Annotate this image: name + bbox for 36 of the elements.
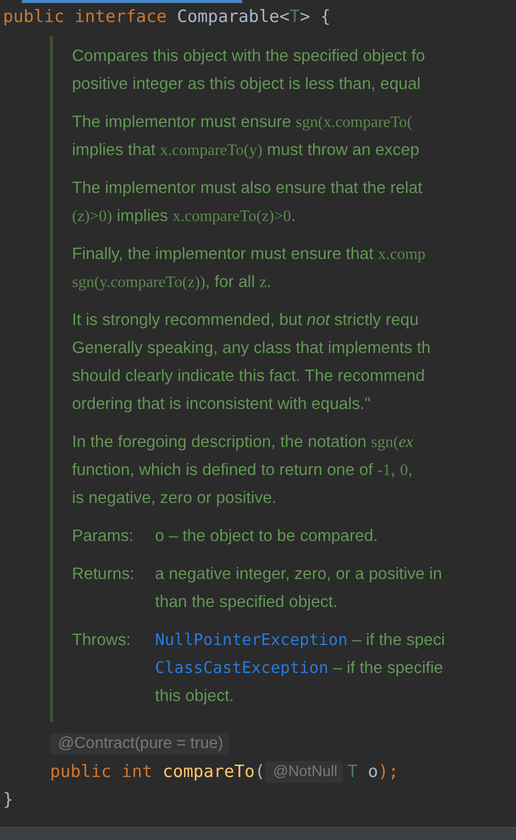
doc-text-line: Generally speaking, any class that implements th: [72, 338, 432, 359]
doc-text-line: (z)>0) implies x.compareTo(z)>0.: [72, 206, 297, 227]
code-line: }: [2, 789, 14, 812]
tag-label: Params:: [72, 526, 134, 547]
doc-text-line: Compares this object with the specified object fo: [72, 46, 426, 67]
doc-text-line: ordering that is inconsistent with equals.": [72, 394, 372, 415]
code-token: public int: [50, 761, 154, 784]
doc-text: – if the specifie: [332, 658, 444, 679]
doc-text-line: o – the object to be compared.: [155, 526, 378, 547]
doc-text-line: The implementor must also ensure that the relat: [72, 178, 424, 199]
inlay-hint: @NotNull: [264, 761, 344, 783]
exception-link[interactable]: NullPointerException: [155, 626, 348, 654]
doc-text-line: implies that x.compareTo(y) must throw an excep: [72, 140, 420, 161]
inlay-hint: @Contract(pure = true): [50, 733, 230, 755]
doc-text-line: a negative integer, zero, or a positive in: [155, 564, 442, 585]
doc-text: – if the speci: [351, 630, 445, 651]
code-token: o: [366, 761, 378, 784]
code-token: );: [378, 761, 399, 784]
doc-text-line: function, which is defined to return one of -1, 0,: [72, 460, 414, 481]
tag-label: Returns:: [72, 564, 136, 585]
code-token: T: [347, 761, 358, 784]
code-line: public interface Comparable<T> {: [2, 6, 332, 29]
doc-text-line: is negative, zero or positive.: [72, 488, 278, 509]
doc-text-line: positive integer as this object is less than, equal: [72, 74, 422, 95]
doc-text-line: than the specified object.: [155, 592, 339, 613]
doc-text-line: sgn(y.compareTo(z)), for all z.: [72, 272, 272, 293]
doc-text-line: should clearly indicate this fact. The recommend: [72, 366, 426, 387]
doc-text-line: The implementor must ensure sgn(x.compareTo(: [72, 112, 414, 133]
exception-link[interactable]: ClassCastException: [155, 654, 328, 682]
doc-text-line: Finally, the implementor must ensure that x.comp: [72, 244, 427, 265]
code-token: compareTo: [162, 761, 255, 784]
doc-text-line: It is strongly recommended, but not strictly requ: [72, 310, 420, 331]
doc-text-line: this object.: [155, 686, 235, 707]
doc-text-line: In the foregoing description, the notation sgn(ex: [72, 431, 414, 453]
code-token: (: [254, 761, 265, 784]
tag-label: Throws:: [72, 630, 132, 651]
